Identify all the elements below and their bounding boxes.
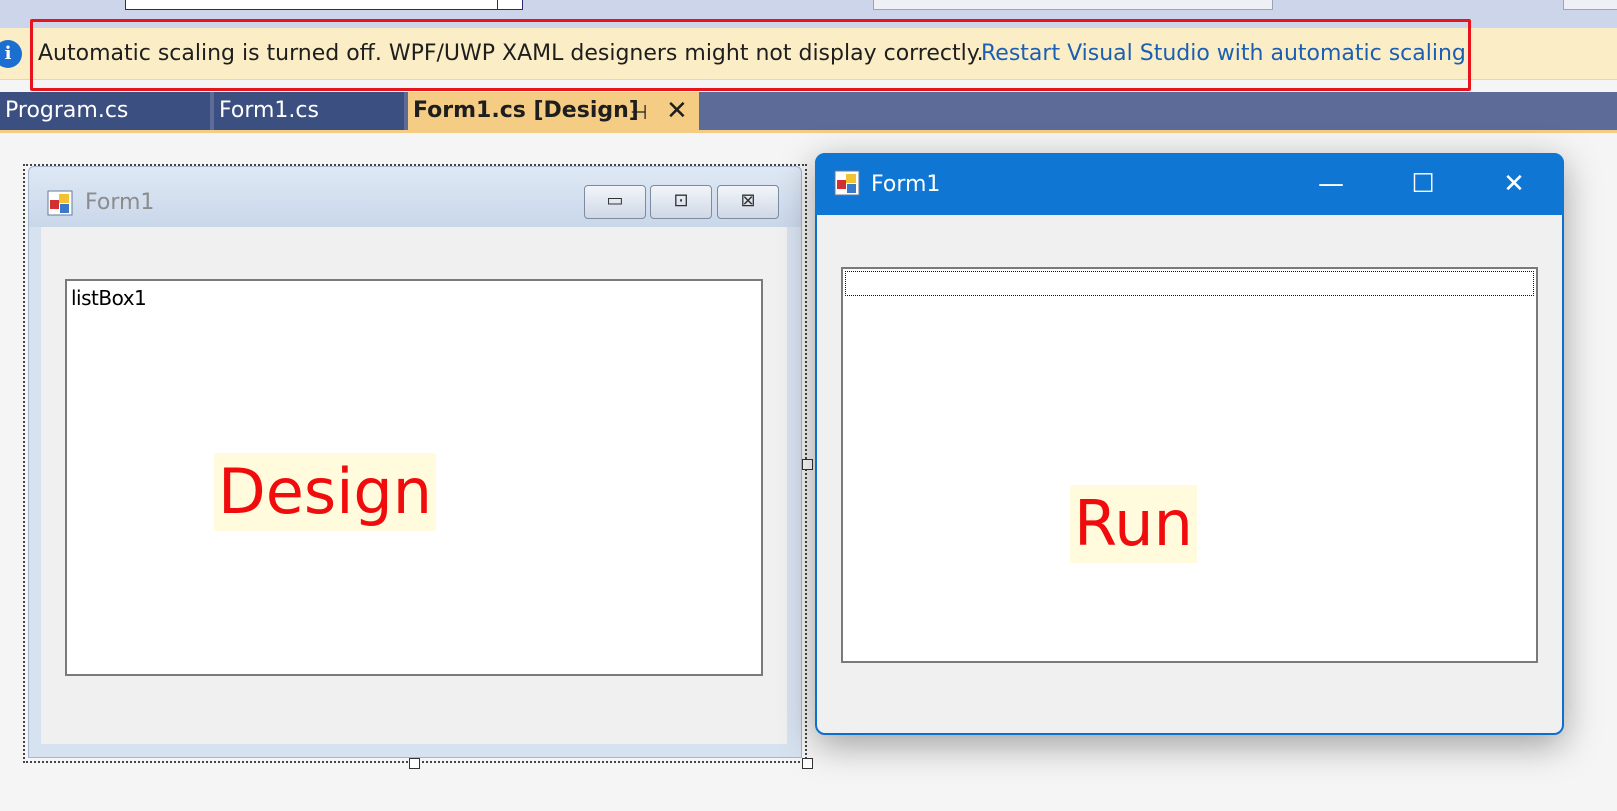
run-listbox[interactable]	[841, 267, 1538, 663]
resize-grip-right[interactable]	[802, 459, 813, 470]
close-icon[interactable]: ✕	[666, 96, 688, 126]
maximize-icon[interactable]: ☐	[1393, 162, 1453, 206]
close-icon[interactable]: ✕	[1484, 162, 1544, 206]
highlight-box	[30, 19, 1471, 91]
form-app-icon	[834, 170, 860, 196]
toolbar-combo[interactable]	[125, 0, 523, 10]
toolbar-combo-dropdown-button[interactable]	[497, 0, 523, 10]
run-form-title: Form1	[871, 172, 941, 197]
tab-form1-cs[interactable]: Form1.cs	[214, 92, 404, 130]
pin-icon[interactable]: ⊣	[630, 100, 647, 124]
tab-label: Form1.cs	[219, 98, 319, 123]
tab-form1-design[interactable]: Form1.cs [Design]	[408, 92, 699, 130]
design-annotation: Design	[214, 453, 437, 531]
toolbar-field[interactable]	[1563, 0, 1617, 10]
minimize-icon[interactable]: —	[1301, 162, 1361, 206]
run-annotation: Run	[1070, 485, 1197, 563]
resize-grip-corner[interactable]	[802, 758, 813, 769]
tab-program-cs[interactable]: Program.cs	[0, 92, 210, 130]
tab-label: Program.cs	[5, 98, 129, 123]
resize-grip-bottom[interactable]	[409, 758, 420, 769]
toolbar-search-field[interactable]	[873, 0, 1273, 10]
tab-label: Form1.cs [Design]	[413, 98, 639, 123]
listbox-focus-rectangle	[845, 271, 1534, 296]
